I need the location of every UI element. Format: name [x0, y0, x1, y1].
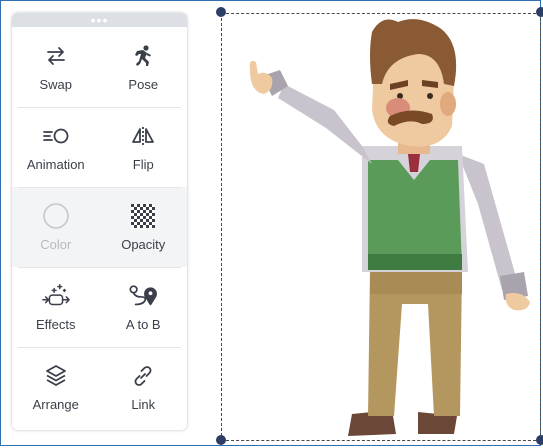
- flip-label: Flip: [132, 157, 154, 172]
- tool-row: Effects A to B: [12, 267, 187, 347]
- path-pins-icon: [128, 281, 158, 311]
- swap-button[interactable]: Swap: [12, 27, 100, 107]
- effects-label: Effects: [35, 317, 76, 332]
- link-label: Link: [131, 397, 156, 412]
- flip-button[interactable]: Flip: [100, 107, 188, 187]
- opacity-button[interactable]: Opacity: [100, 187, 188, 267]
- effects-button[interactable]: Effects: [12, 267, 100, 347]
- checkerboard-icon: [128, 201, 158, 231]
- tool-row: Color Opacity: [12, 187, 187, 267]
- color-button[interactable]: Color: [12, 187, 100, 267]
- swap-label: Swap: [39, 77, 73, 92]
- arrange-label: Arrange: [32, 397, 79, 412]
- resize-handle-top-right[interactable]: [536, 7, 543, 17]
- tool-row: Animation Flip: [12, 107, 187, 187]
- arrange-button[interactable]: Arrange: [12, 347, 100, 427]
- color-circle-icon: [41, 201, 71, 231]
- animation-icon: [41, 121, 71, 151]
- running-figure-icon: [128, 41, 158, 71]
- resize-handle-bottom-left[interactable]: [216, 435, 226, 445]
- a-to-b-button[interactable]: A to B: [100, 267, 188, 347]
- pose-label: Pose: [128, 77, 159, 92]
- panel-drag-grip[interactable]: •••: [12, 13, 187, 27]
- a-to-b-label: A to B: [125, 317, 161, 332]
- link-icon: [128, 361, 158, 391]
- tool-row: Arrange Link: [12, 347, 187, 427]
- color-label: Color: [40, 237, 72, 252]
- flip-icon: [128, 121, 158, 151]
- animation-button[interactable]: Animation: [12, 107, 100, 187]
- link-button[interactable]: Link: [100, 347, 188, 427]
- resize-handle-bottom-right[interactable]: [536, 435, 543, 445]
- layers-icon: [41, 361, 71, 391]
- resize-handle-top-left[interactable]: [216, 7, 226, 17]
- animation-label: Animation: [26, 157, 85, 172]
- swap-arrows-icon: [41, 41, 71, 71]
- opacity-label: Opacity: [121, 237, 166, 252]
- sparkle-effects-icon: [41, 281, 71, 311]
- selection-box[interactable]: [221, 13, 541, 441]
- tool-panel: ••• Swap Pose Animation Flip Color Opaci…: [12, 13, 187, 430]
- tool-row: Swap Pose: [12, 27, 187, 107]
- pose-button[interactable]: Pose: [100, 27, 188, 107]
